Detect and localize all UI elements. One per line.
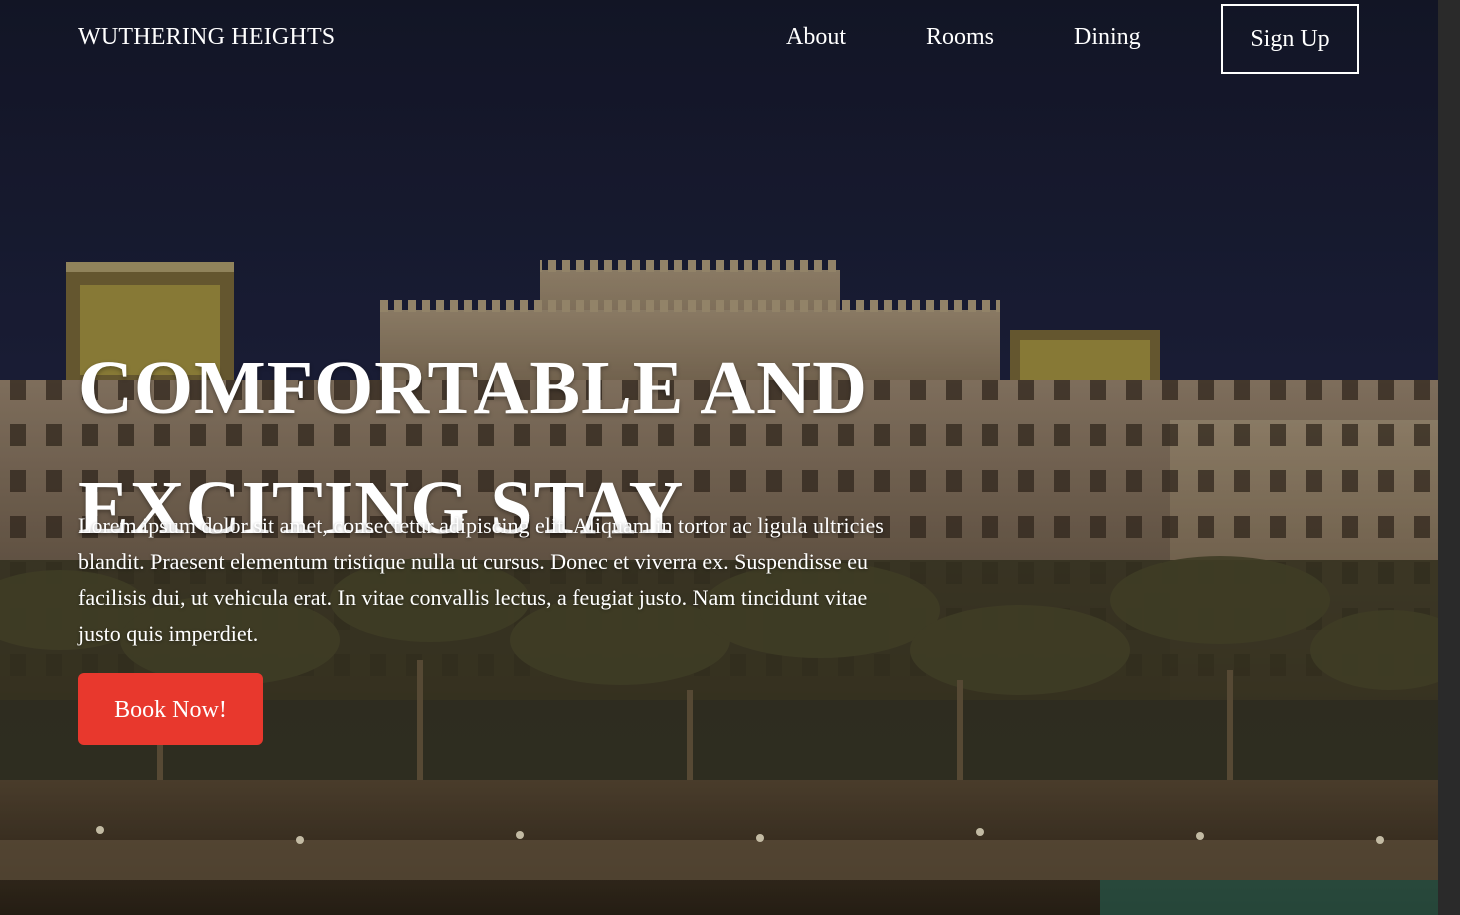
nav-link-dining[interactable]: Dining bbox=[1074, 24, 1141, 51]
landing-page: WUTHERING HEIGHTS About Rooms Dining Sig… bbox=[0, 0, 1438, 915]
nav-link-about[interactable]: About bbox=[786, 24, 846, 51]
nav-link-rooms[interactable]: Rooms bbox=[926, 24, 994, 51]
brand-logo[interactable]: WUTHERING HEIGHTS bbox=[78, 24, 335, 51]
hero-description: Lorem ipsum dolor sit amet, consectetur … bbox=[78, 513, 884, 646]
top-nav: WUTHERING HEIGHTS About Rooms Dining Sig… bbox=[0, 0, 1438, 80]
book-now-button[interactable]: Book Now! bbox=[78, 673, 263, 745]
sign-up-button[interactable]: Sign Up bbox=[1221, 4, 1359, 74]
page-scrollbar[interactable] bbox=[1438, 0, 1460, 915]
